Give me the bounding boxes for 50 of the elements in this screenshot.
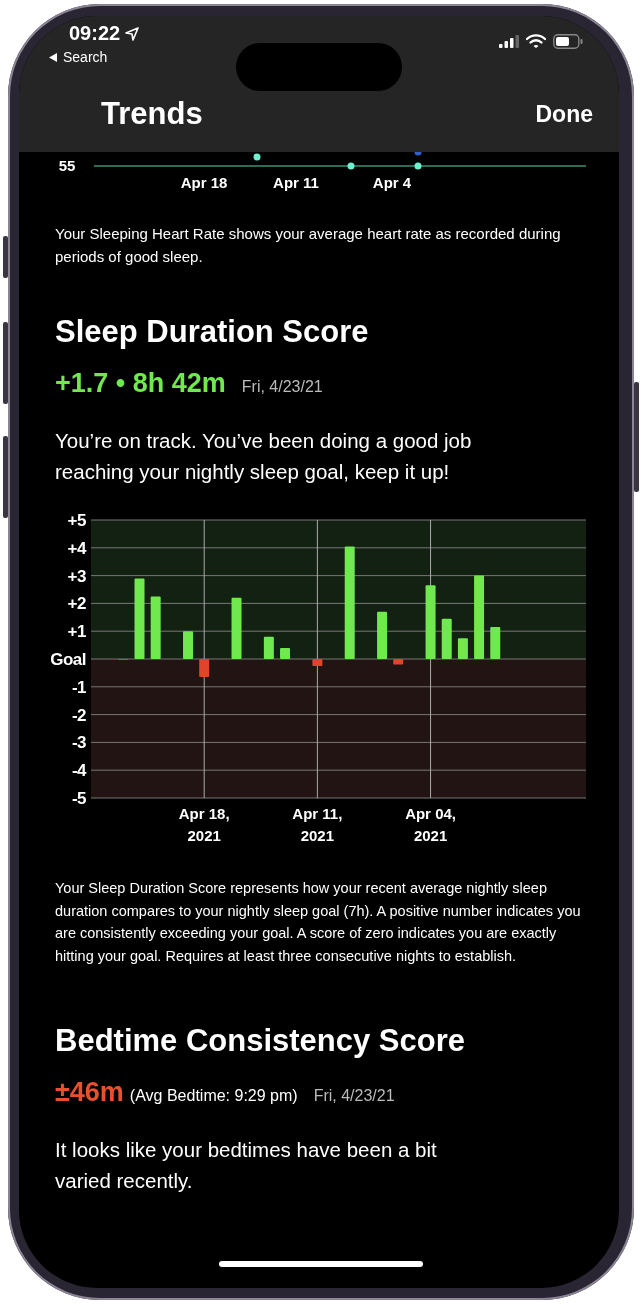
bar bbox=[199, 659, 210, 678]
axis-label: +5 bbox=[67, 511, 86, 530]
bar bbox=[280, 647, 291, 659]
description-text: Your Sleep Duration Score represents how your recent average nightly sleep duration compares to your nightly sleep goal (7h). A positive number indicates you are consistently exceeding your goal. A score of zero indicates you are exactly hitting your goal. Requires at least three consecutive nights to establish. bbox=[55, 879, 582, 966]
back-arrow-icon bbox=[49, 52, 58, 62]
description-text: Your Sleeping Heart Rate shows your average heart rate as recorded during periods of good sleep. bbox=[55, 224, 562, 267]
axis-label: -3 bbox=[71, 733, 86, 753]
axis-label: Apr 4 bbox=[372, 174, 412, 191]
axis-label: Apr 11, 2021 bbox=[292, 805, 343, 844]
done-button[interactable]: Done bbox=[535, 100, 593, 128]
axis-label: +3 bbox=[67, 566, 86, 586]
bar bbox=[263, 636, 274, 659]
score-date: Fri, 4/23/21 bbox=[313, 1087, 395, 1105]
axis-label: -4 bbox=[71, 761, 86, 781]
section-title: Bedtime Consistency Score bbox=[55, 1023, 467, 1059]
back-link[interactable]: Search bbox=[49, 49, 140, 65]
axis-label: 55 bbox=[58, 157, 76, 174]
bar bbox=[183, 631, 193, 659]
axis-label: Apr 18 bbox=[180, 174, 228, 191]
axis-label: +1 bbox=[67, 622, 86, 642]
battery-icon bbox=[553, 33, 583, 49]
axis-label: Apr 11 bbox=[273, 174, 319, 191]
page-title: Trends bbox=[101, 96, 203, 132]
status-message: You’re on track. You’ve been doing a good job reaching your nightly sleep goal, keep it up! bbox=[55, 428, 473, 485]
bar bbox=[441, 618, 452, 659]
axis-label: Goal bbox=[50, 650, 86, 669]
section-title: Sleep Duration Score bbox=[55, 314, 370, 350]
bar bbox=[150, 596, 161, 659]
bar bbox=[490, 627, 501, 659]
wifi-icon bbox=[526, 34, 546, 48]
bar bbox=[231, 597, 242, 659]
average-bedtime: (Avg Bedtime: 9:29 pm) bbox=[129, 1087, 298, 1105]
bar bbox=[457, 638, 468, 659]
score-value: ±46m bbox=[55, 1077, 124, 1108]
status-time: 09:22 bbox=[69, 22, 121, 45]
axis-label: +2 bbox=[67, 594, 86, 614]
score-value: +1.7 • 8h 42m bbox=[55, 368, 226, 399]
status-message: It looks like your bedtimes have been a bit varied recently. bbox=[55, 1137, 438, 1194]
score-date: Fri, 4/23/21 bbox=[241, 378, 323, 396]
axis-label: -5 bbox=[71, 789, 86, 808]
signal-icon bbox=[499, 34, 519, 48]
axis-label: -2 bbox=[71, 705, 86, 725]
axis-label: -1 bbox=[71, 677, 86, 697]
location-arrow-icon bbox=[125, 26, 140, 41]
axis-label: +4 bbox=[67, 538, 86, 558]
bar bbox=[312, 659, 323, 666]
bar bbox=[393, 659, 404, 665]
axis-label: Apr 18, 2021 bbox=[178, 805, 230, 844]
bar bbox=[377, 611, 388, 659]
axis-label: Apr 04, 2021 bbox=[405, 805, 456, 844]
